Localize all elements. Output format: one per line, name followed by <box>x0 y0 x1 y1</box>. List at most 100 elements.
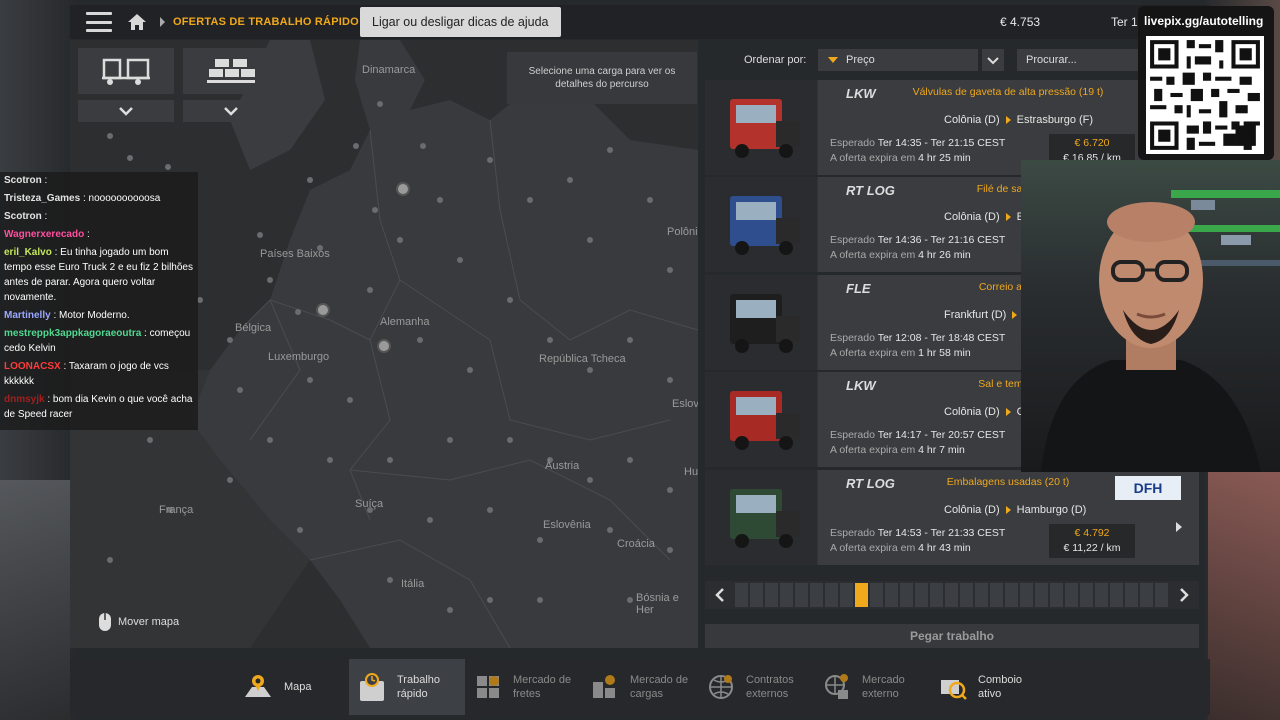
truck-image <box>705 470 817 565</box>
qr-code-image <box>1146 36 1264 154</box>
map-label: Itália <box>401 578 425 590</box>
truck-icon <box>730 488 800 548</box>
chat-message: eril_Kalvo : Eu tinha jogado um bom temp… <box>4 247 193 303</box>
expected-time: Esperado Ter 14:53 - Ter 21:33 CEST <box>830 527 1005 539</box>
price-box: € 4.792 € 11,22 / km <box>1049 524 1135 558</box>
menu-icon[interactable] <box>86 12 112 32</box>
page-segment[interactable] <box>1124 583 1138 607</box>
page-segment[interactable] <box>839 583 853 607</box>
chat-user: Wagnerxerecado <box>4 229 85 240</box>
background-right <box>1208 470 1280 720</box>
route-from: Frankfurt (D) <box>944 309 1007 321</box>
page-segment[interactable] <box>884 583 898 607</box>
company-logo: RT LOG <box>846 476 895 491</box>
cargo-filter-button[interactable] <box>183 48 279 94</box>
map-label: Áustria <box>545 460 580 472</box>
expected-value: Ter 14:53 - Ter 21:33 CEST <box>877 527 1006 539</box>
page-segment[interactable] <box>1019 583 1033 607</box>
sort-select[interactable]: Preço <box>818 49 978 71</box>
route: Colônia (D)E <box>944 211 1024 223</box>
page-segment[interactable] <box>1064 583 1078 607</box>
page-segment[interactable] <box>1049 583 1063 607</box>
cargo-filter-expand[interactable] <box>183 100 279 122</box>
sort-label: Ordenar por: <box>744 54 807 66</box>
nav-external-contracts[interactable]: Contratos externos <box>706 659 818 715</box>
expected-value: Ter 12:08 - Ter 18:48 CEST <box>877 332 1006 344</box>
page-segment[interactable] <box>959 583 973 607</box>
chat-message: Tristeza_Games : noooooooooosa <box>4 193 161 204</box>
route-from: Colônia (D) <box>944 211 1000 223</box>
page-segment[interactable] <box>1079 583 1093 607</box>
sort-dropdown-button[interactable] <box>982 49 1004 71</box>
page-segment[interactable] <box>749 583 763 607</box>
offer-value: 4 hr 43 min <box>918 542 971 554</box>
chevron-right-icon <box>1180 588 1190 602</box>
search-input[interactable] <box>1017 49 1140 71</box>
map-label: República Tcheca <box>539 353 626 365</box>
page-segment[interactable] <box>1109 583 1123 607</box>
bottom-nav: Mapa Trabalho rápido Mercado de fretes M… <box>70 659 1210 715</box>
chat-message: LOONACSX : Taxaram o jogo de vcs kkkkkk <box>4 361 169 387</box>
move-map-hint: Mover mapa <box>98 612 179 632</box>
nav-active-convoy[interactable]: Comboio ativo <box>938 659 1050 715</box>
chat-message: Wagnerxerecado : <box>4 229 90 240</box>
chevron-right-icon[interactable] <box>1176 522 1182 532</box>
chat-user: Martinelly <box>4 310 51 321</box>
page-segment[interactable] <box>779 583 793 607</box>
trucks-filter-expand[interactable] <box>78 100 174 122</box>
nav-map[interactable]: Mapa <box>240 659 350 715</box>
page-segment[interactable] <box>794 583 808 607</box>
offer-value: 1 hr 58 min <box>918 347 971 359</box>
page-segment[interactable] <box>1139 583 1153 607</box>
sort-arrow-icon <box>828 57 838 63</box>
chevron-down-icon <box>119 107 133 116</box>
page-segment[interactable] <box>1034 583 1048 607</box>
page-segment[interactable] <box>1154 583 1168 607</box>
route-from: Colônia (D) <box>944 406 1000 418</box>
page-segment[interactable] <box>944 583 958 607</box>
expected-label: Esperado <box>830 429 875 441</box>
page-segment[interactable] <box>899 583 913 607</box>
route: Frankfurt (D)S <box>944 309 1031 321</box>
offer-label: A oferta expira em <box>830 347 916 359</box>
page-segment[interactable] <box>809 583 823 607</box>
route-from: Colônia (D) <box>944 114 1000 126</box>
page-segment[interactable] <box>824 583 838 607</box>
home-icon[interactable] <box>126 12 148 32</box>
nav-freight-market[interactable]: Mercado de fretes <box>473 659 585 715</box>
breadcrumb[interactable]: OFERTAS DE TRABALHO RÁPIDO <box>173 16 359 28</box>
nav-external-market[interactable]: Mercado externo <box>822 659 934 715</box>
map-label: Eslovênia <box>543 519 591 531</box>
page-segment[interactable] <box>989 583 1003 607</box>
nav-cargo-market[interactable]: Mercado de cargas <box>590 659 702 715</box>
truck-filter-icon <box>102 58 150 85</box>
route-from: Colônia (D) <box>944 504 1000 516</box>
job-card[interactable]: RT LOG Embalagens usadas (20 t) Colônia (D… <box>705 470 1199 565</box>
chat-text: Motor Moderno. <box>59 310 130 321</box>
page-segment[interactable] <box>974 583 988 607</box>
page-segment[interactable] <box>929 583 943 607</box>
company-logo: LKW <box>846 86 876 101</box>
background-left <box>0 480 70 720</box>
truck-icon <box>730 293 800 353</box>
page-segment[interactable] <box>869 583 883 607</box>
page-segment[interactable] <box>734 583 748 607</box>
take-job-button[interactable]: Pegar trabalho <box>705 624 1199 648</box>
previous-page-button[interactable] <box>705 581 735 609</box>
chat-text: noooooooooosa <box>88 193 161 204</box>
next-page-button[interactable] <box>1170 581 1200 609</box>
page-segment[interactable] <box>914 583 928 607</box>
trucks-filter-button[interactable] <box>78 48 174 94</box>
nav-quick-job[interactable]: Trabalho rápido <box>349 659 465 715</box>
map-label: Bélgica <box>235 322 272 334</box>
offer-label: A oferta expira em <box>830 542 916 554</box>
offer-expiry: A oferta expira em 4 hr 25 min <box>830 152 971 164</box>
page-segment[interactable] <box>1004 583 1018 607</box>
map-label: Eslov <box>672 398 698 410</box>
move-map-label: Mover mapa <box>118 616 180 628</box>
page-segment[interactable] <box>1094 583 1108 607</box>
page-segment[interactable] <box>764 583 778 607</box>
map-label: Países Baixos <box>260 248 330 260</box>
page-segment[interactable] <box>854 583 868 607</box>
nav-label: Contratos externos <box>746 674 794 700</box>
